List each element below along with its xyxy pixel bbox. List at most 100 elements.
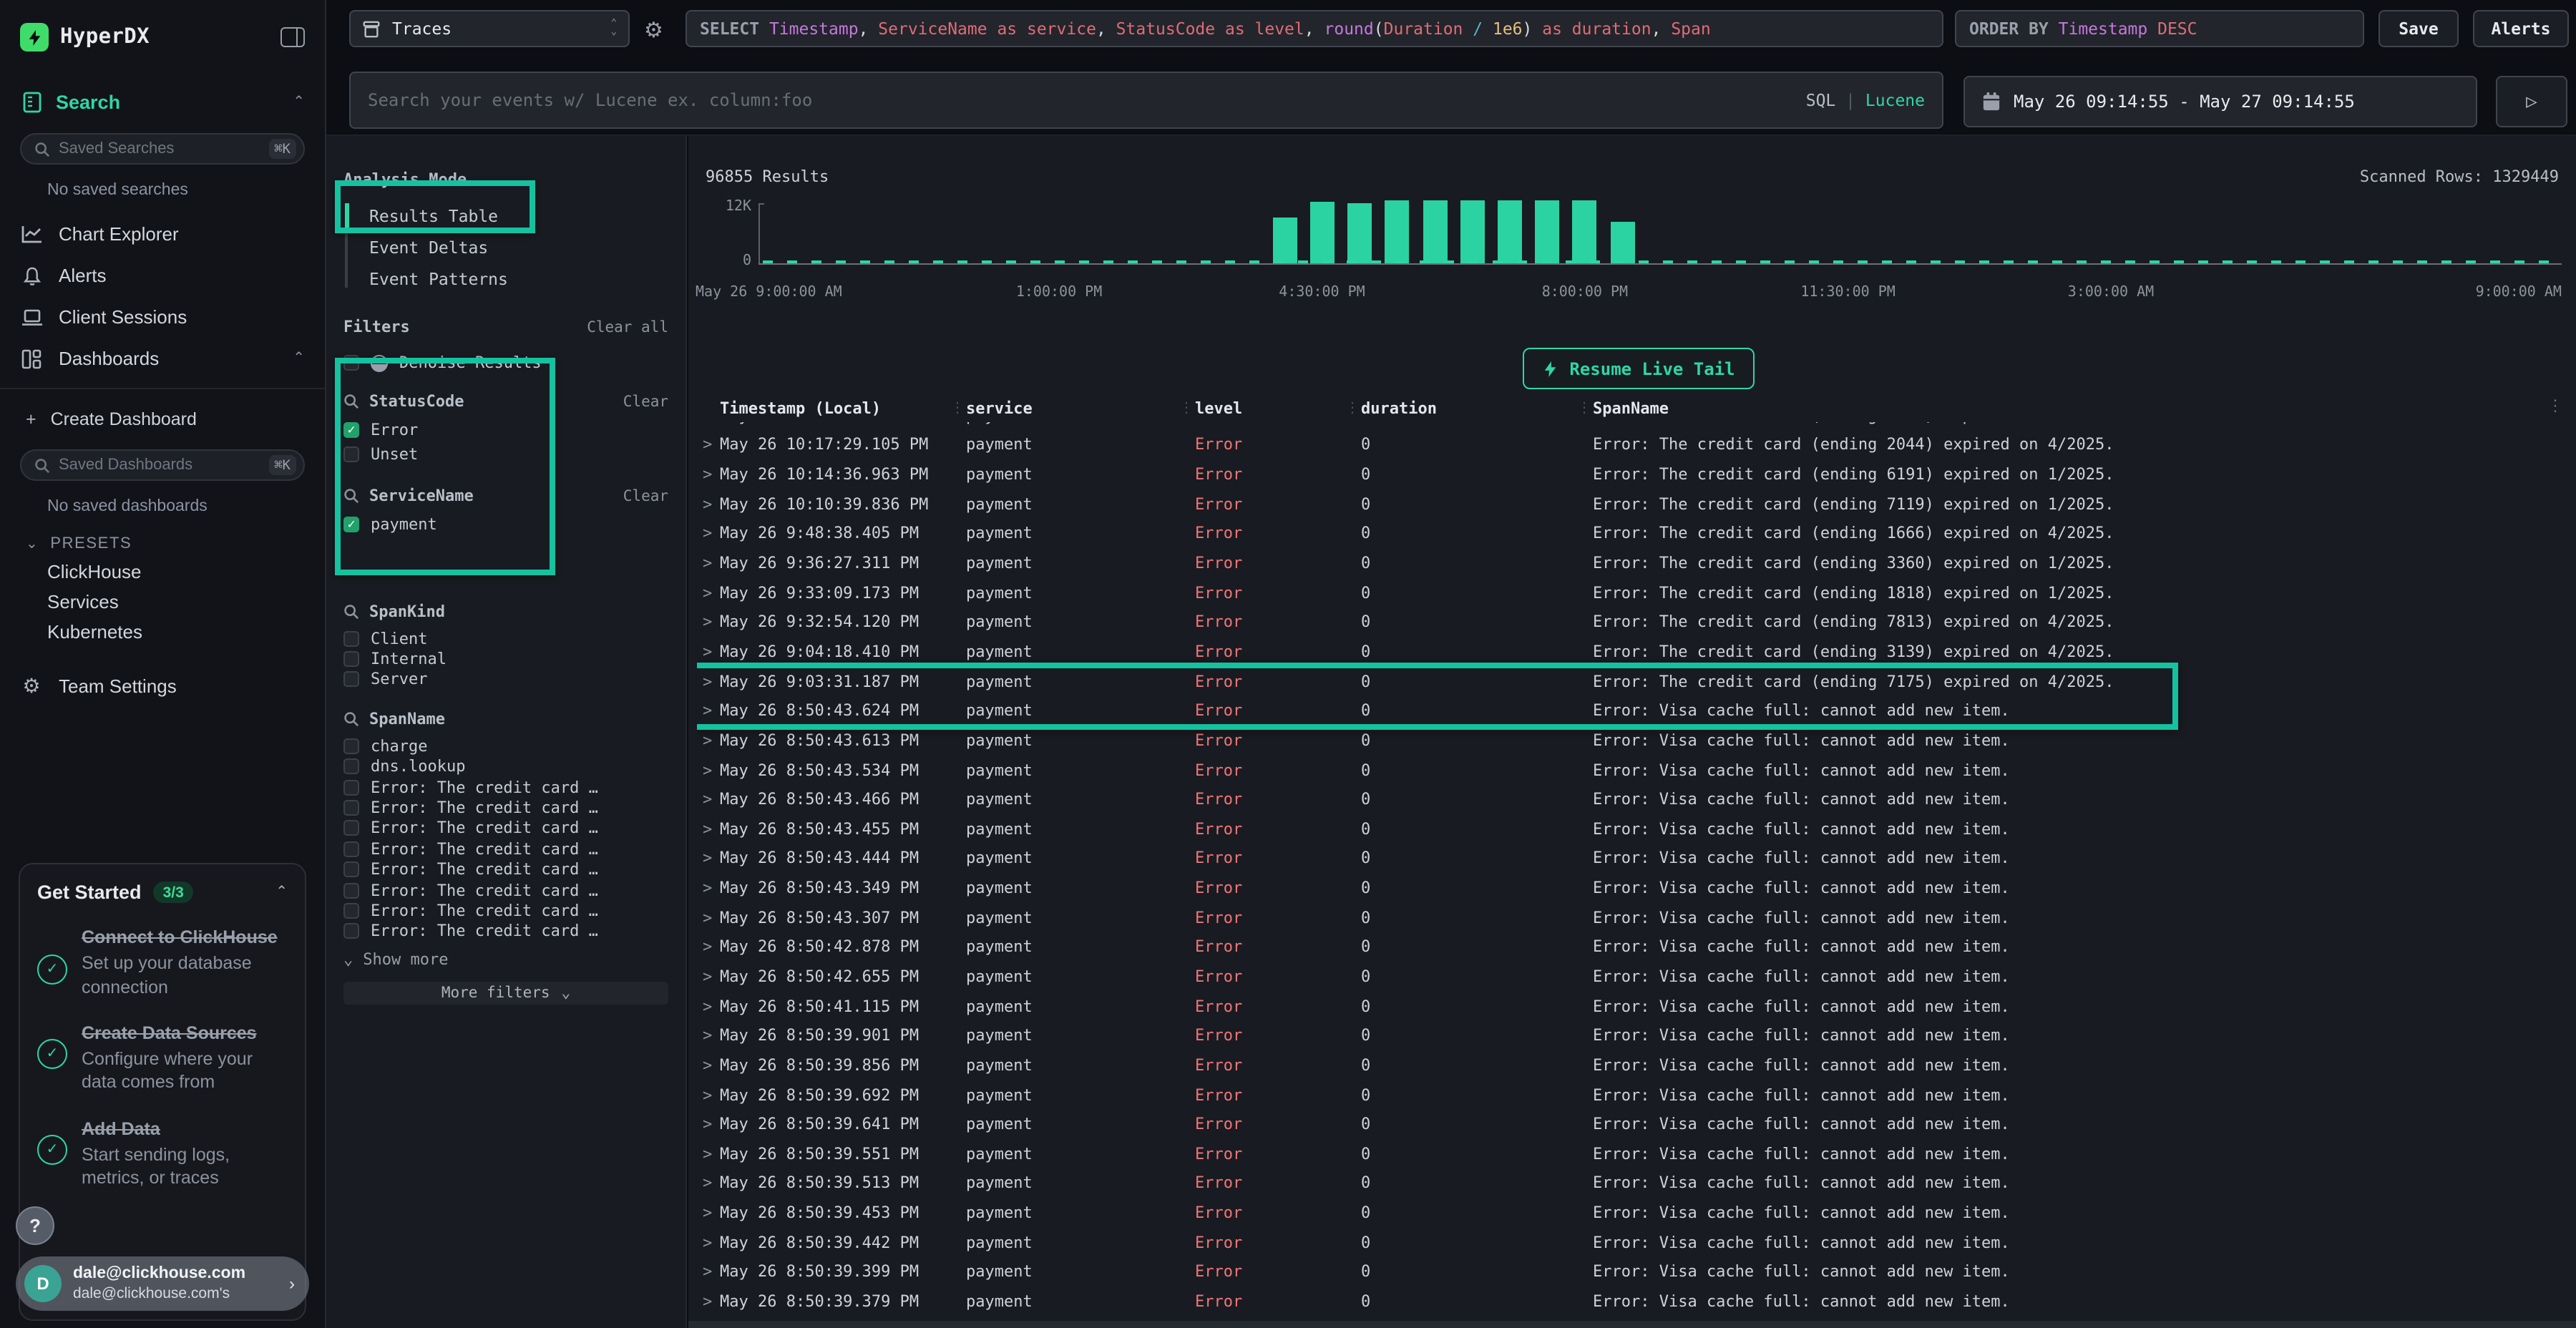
sidebar-item-client-sessions[interactable]: Client Sessions <box>0 296 325 338</box>
filter-option[interactable]: Error: The credit card … <box>343 839 668 859</box>
filter-option[interactable]: charge <box>343 736 668 756</box>
resume-live-tail-button[interactable]: Resume Live Tail <box>1523 348 1755 389</box>
sidebar-item-dashboards[interactable]: Dashboards ⌃ <box>0 338 325 379</box>
checkbox-unchecked[interactable] <box>343 672 359 688</box>
filter-option[interactable]: Error: The credit card … <box>343 880 668 901</box>
more-filters-button[interactable]: More filters ⌄ <box>343 982 668 1005</box>
source-select[interactable]: Traces ⌃⌄ <box>349 10 630 47</box>
analysis-mode-event-patterns[interactable]: Event Patterns <box>345 263 686 295</box>
analysis-mode-results-table[interactable]: Results Table <box>345 200 686 232</box>
checkbox-unchecked[interactable] <box>343 738 359 754</box>
chevron-up-icon[interactable]: ⌃ <box>293 94 305 110</box>
checkbox-unchecked[interactable] <box>343 882 359 898</box>
clear-all-link[interactable]: Clear all <box>587 319 668 336</box>
checkbox-unchecked[interactable] <box>343 355 359 371</box>
histogram-bar[interactable] <box>1272 218 1297 263</box>
get-started-item[interactable]: ✓Create Data SourcesConfigure where your… <box>37 1022 288 1095</box>
sql-select-editor[interactable]: SELECT Timestamp, ServiceName as service… <box>686 10 1943 47</box>
clear-filter-link[interactable]: Clear <box>623 487 668 504</box>
table-row[interactable]: >May 26 9:48:38.405 PMpaymentError0Error… <box>697 519 2576 548</box>
filter-option[interactable]: Error: The credit card … <box>343 901 668 922</box>
table-row[interactable]: >May 26 9:32:54.120 PMpaymentError0Error… <box>697 607 2576 637</box>
sql-toggle[interactable]: SQL <box>1806 90 1836 110</box>
filter-option[interactable]: Internal <box>343 649 668 670</box>
show-more-link[interactable]: ⌄ Show more <box>343 950 668 969</box>
sidebar-item-chart-explorer[interactable]: Chart Explorer <box>0 213 325 255</box>
table-row[interactable]: >May 26 8:50:43.349 PMpaymentError0Error… <box>697 874 2576 903</box>
table-options-icon[interactable]: ⋮ <box>2547 396 2563 415</box>
checkbox-unchecked[interactable] <box>343 800 359 816</box>
table-row[interactable]: >May 26 8:50:39.641 PMpaymentError0Error… <box>697 1110 2576 1139</box>
sidebar-item-kubernetes[interactable]: Kubernetes <box>0 612 325 643</box>
checkbox-unchecked[interactable] <box>343 779 359 795</box>
histogram-bar[interactable] <box>1498 200 1522 263</box>
filter-option[interactable]: Error: The credit card … <box>343 798 668 819</box>
chevron-up-icon[interactable]: ⌃ <box>275 884 288 900</box>
saved-dashboards-input[interactable] <box>59 456 260 474</box>
table-row[interactable]: >May 26 8:50:43.444 PMpaymentError0Error… <box>697 844 2576 873</box>
sidebar-item-search[interactable]: Search ⌃ <box>0 52 325 113</box>
sidebar-item-clickhouse[interactable]: ClickHouse <box>0 552 325 582</box>
language-toggle[interactable]: SQL | Lucene <box>1806 90 1925 110</box>
user-menu[interactable]: D dale@clickhouse.com dale@clickhouse.co… <box>16 1256 309 1311</box>
saved-searches-input[interactable] <box>59 140 260 157</box>
histogram-bar[interactable] <box>1310 202 1335 263</box>
table-row[interactable]: >May 26 10:14:36.963 PMpaymentError0Erro… <box>697 460 2576 489</box>
column-header[interactable]: Timestamp (Local) <box>720 399 949 417</box>
filter-option[interactable]: Unset <box>343 442 668 467</box>
save-button[interactable]: Save <box>2379 10 2459 47</box>
date-range-picker[interactable]: May 26 09:14:55 - May 27 09:14:55 <box>1963 76 2477 127</box>
column-resize-handle[interactable]: ⋮ <box>1178 400 1195 416</box>
table-row[interactable]: >May 26 8:50:39.856 PMpaymentError0Error… <box>697 1050 2576 1080</box>
presets-toggle[interactable]: ⌄ PRESETS <box>0 515 325 552</box>
lucene-toggle[interactable]: Lucene <box>1865 90 1925 110</box>
table-row[interactable]: >May 26 10:17:29.105 PMpaymentError0Erro… <box>697 430 2576 459</box>
filter-option[interactable]: Client <box>343 628 668 649</box>
histogram-bar[interactable] <box>1573 200 1597 263</box>
sidebar-item-team-settings[interactable]: ⚙ Team Settings <box>0 643 325 698</box>
table-row[interactable]: >May 26 8:50:43.534 PMpaymentError0Error… <box>697 755 2576 784</box>
table-row[interactable]: >May 26 8:50:42.878 PMpaymentError0Error… <box>697 932 2576 962</box>
table-row[interactable]: >May 26 8:50:43.466 PMpaymentError0Error… <box>697 785 2576 814</box>
filter-option[interactable]: Error: The credit card … <box>343 859 668 880</box>
search-input[interactable] <box>368 90 1795 110</box>
checkbox-unchecked[interactable] <box>343 651 359 667</box>
get-started-item[interactable]: ✓Connect to ClickHouseSet up your databa… <box>37 926 288 999</box>
get-started-item[interactable]: ✓Add DataStart sending logs, metrics, or… <box>37 1117 288 1190</box>
filter-option[interactable]: ✓Error <box>343 418 668 442</box>
filter-option[interactable]: ✓payment <box>343 512 668 537</box>
filter-option[interactable]: dns.lookup <box>343 756 668 777</box>
denoise-results-checkbox[interactable]: Denoise Results <box>343 353 668 372</box>
checkbox-unchecked[interactable] <box>343 924 359 939</box>
checkbox-unchecked[interactable] <box>343 841 359 857</box>
sidebar-item-alerts[interactable]: Alerts <box>0 255 325 296</box>
checkbox-checked[interactable]: ✓ <box>343 517 359 532</box>
clear-filter-link[interactable]: Clear <box>623 393 668 410</box>
histogram-bar[interactable] <box>1347 203 1372 263</box>
column-header[interactable]: level <box>1195 399 1344 417</box>
table-row[interactable]: >May 26 8:50:39.399 PMpaymentError0Error… <box>697 1257 2576 1286</box>
table-row[interactable]: >May 26 8:50:39.513 PMpaymentError0Error… <box>697 1168 2576 1198</box>
column-resize-handle[interactable]: ⋮ <box>949 400 966 416</box>
chevron-up-icon[interactable]: ⌃ <box>293 351 305 366</box>
table-row[interactable]: >May 26 8:50:39.453 PMpaymentError0Error… <box>697 1198 2576 1228</box>
histogram-bar[interactable] <box>1460 200 1484 264</box>
table-row[interactable]: >May 26 8:50:39.442 PMpaymentError0Error… <box>697 1228 2576 1257</box>
checkbox-unchecked[interactable] <box>343 446 359 462</box>
order-by-editor[interactable]: ORDER BY Timestamp DESC <box>1955 10 2364 47</box>
table-row[interactable]: >May 26 8:50:43.613 PMpaymentError0Error… <box>697 726 2576 755</box>
table-row[interactable]: >May 26 8:50:43.624 PMpaymentError0Error… <box>697 696 2576 726</box>
horizontal-scrollbar[interactable] <box>688 1321 2576 1328</box>
analysis-mode-event-deltas[interactable]: Event Deltas <box>345 232 686 263</box>
table-row[interactable]: >May 26 9:36:27.311 PMpaymentError0Error… <box>697 548 2576 577</box>
sidebar-item-services[interactable]: Services <box>0 582 325 612</box>
table-row[interactable]: >May 26 8:50:42.655 PMpaymentError0Error… <box>697 962 2576 991</box>
histogram-bar[interactable] <box>1536 200 1560 264</box>
create-dashboard-button[interactable]: + Create Dashboard <box>0 398 325 429</box>
filter-option[interactable]: Error: The credit card … <box>343 921 668 942</box>
source-settings-gear-icon[interactable]: ⚙ <box>644 17 663 43</box>
filter-option[interactable]: Error: The credit card … <box>343 818 668 839</box>
checkbox-unchecked[interactable] <box>343 821 359 836</box>
checkbox-checked[interactable]: ✓ <box>343 422 359 438</box>
help-button[interactable]: ? <box>16 1206 54 1245</box>
